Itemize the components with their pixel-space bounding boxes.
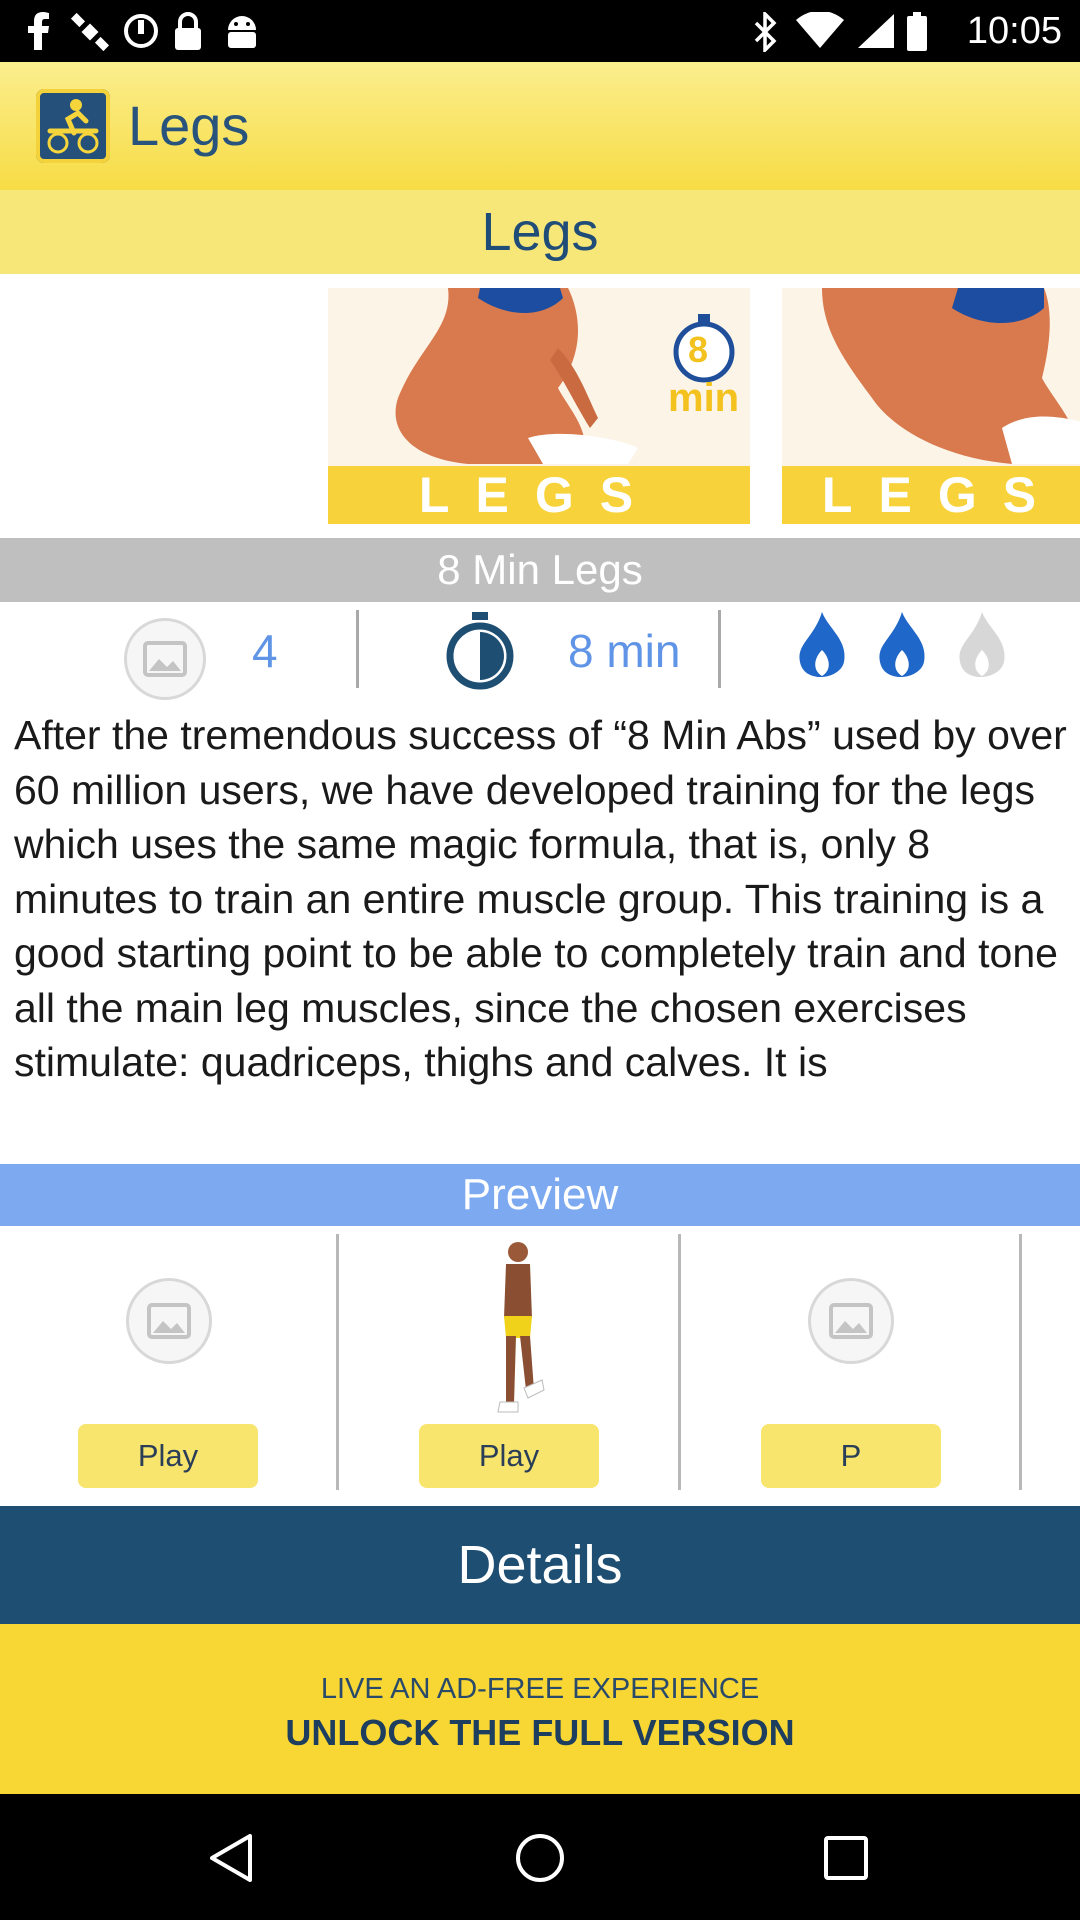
- unlock-title: UNLOCK THE FULL VERSION: [285, 1712, 795, 1753]
- banner-8-min-legs[interactable]: 8 min LEGS: [328, 288, 750, 524]
- play-button[interactable]: Play: [419, 1424, 599, 1488]
- banner-legs[interactable]: LEGS: [782, 288, 1080, 524]
- facebook-icon: [22, 12, 58, 58]
- kneeling-woman-figure: [822, 288, 1080, 464]
- stat-divider: [718, 610, 721, 688]
- exercises-count: 4: [252, 625, 278, 677]
- recent-apps-icon[interactable]: [822, 1834, 870, 1882]
- flame-icon: [879, 612, 925, 678]
- app-title: Legs: [128, 94, 250, 157]
- preview-divider: [678, 1234, 681, 1490]
- standing-man-figure: [497, 1242, 545, 1413]
- play-button[interactable]: P: [761, 1424, 941, 1488]
- banner-timer-unit: min: [668, 376, 740, 420]
- preview-header: Preview: [0, 1164, 1080, 1226]
- signal-icon: [856, 12, 896, 58]
- unlock-subtitle: LIVE AN AD-FREE EXPERIENCE: [320, 1673, 760, 1705]
- workout-title: 8 Min Legs: [0, 538, 1080, 602]
- banner-label: LEGS: [782, 466, 1080, 524]
- section-header: Legs: [0, 190, 1080, 274]
- android-icon: [222, 12, 262, 58]
- bluetooth-icon: [752, 9, 780, 60]
- preview-divider: [1019, 1234, 1022, 1490]
- image-placeholder-icon: [126, 1278, 212, 1364]
- preview-list[interactable]: Play Play P: [0, 1226, 1080, 1496]
- satellite-icon: [70, 12, 110, 60]
- play-button[interactable]: Play: [78, 1424, 258, 1488]
- flame-icon-inactive: [959, 612, 1005, 678]
- preview-divider: [336, 1234, 339, 1490]
- workout-logo-icon[interactable]: [36, 89, 110, 163]
- image-placeholder-icon: [808, 1278, 894, 1364]
- unlock-full-version-banner[interactable]: LIVE AN AD-FREE EXPERIENCE UNLOCK THE FU…: [0, 1624, 1080, 1794]
- wifi-icon: [796, 10, 844, 58]
- banner-label: LEGS: [328, 466, 750, 524]
- stopwatch-icon: [446, 612, 514, 690]
- sync-icon: [122, 12, 160, 58]
- app-bar: Legs: [0, 62, 1080, 190]
- status-clock: 10:05: [966, 10, 1062, 52]
- stat-divider: [356, 610, 359, 688]
- battery-icon: [906, 12, 928, 60]
- back-icon[interactable]: [206, 1832, 256, 1884]
- details-button[interactable]: Details: [0, 1506, 1080, 1624]
- workout-description: After the tremendous success of “8 Min A…: [14, 712, 1067, 1085]
- duration-value: 8 min: [568, 625, 681, 677]
- workout-stats: 4 8 min: [0, 602, 1080, 702]
- flame-icon: [799, 612, 845, 678]
- exercises-image-icon: [124, 618, 206, 700]
- banner-carousel[interactable]: 8 min LEGS LEGS: [0, 288, 1080, 526]
- home-icon[interactable]: [514, 1832, 566, 1884]
- navigation-bar: [0, 1794, 1080, 1920]
- banner-timer-number: 8: [688, 329, 709, 370]
- lock-icon: [172, 12, 204, 60]
- status-bar: 10:05: [0, 0, 1080, 62]
